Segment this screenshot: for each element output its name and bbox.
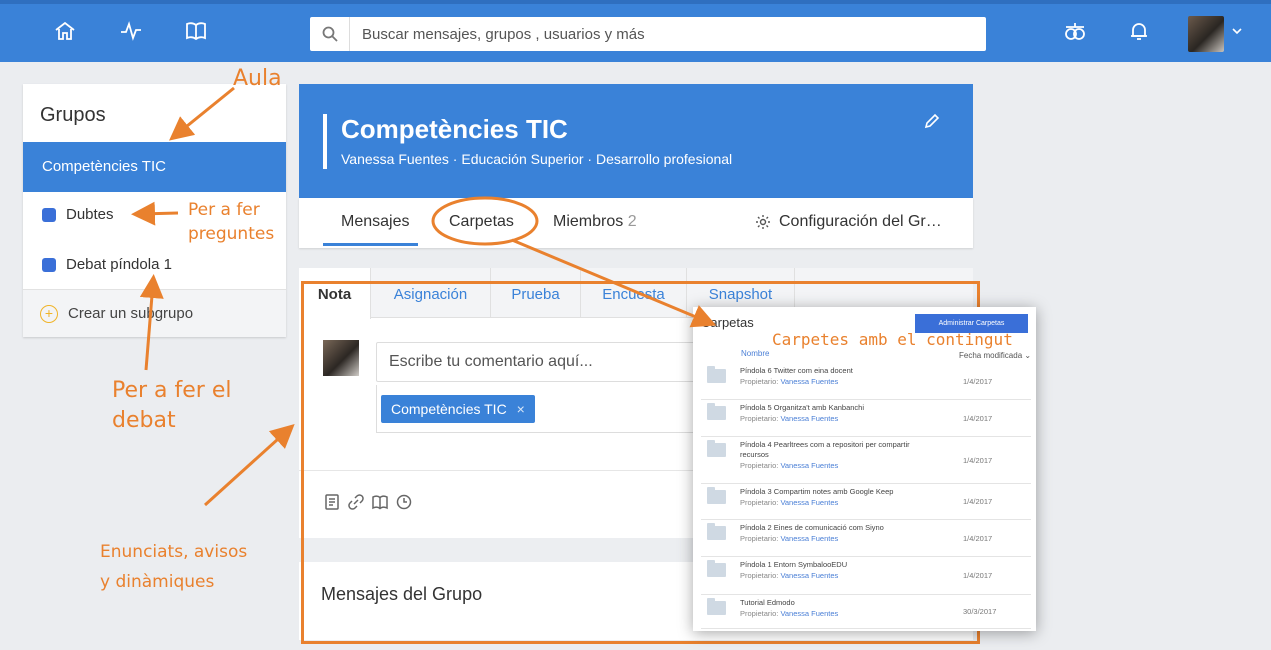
arrow-aula <box>169 86 235 141</box>
arrow-enunciats <box>203 423 295 507</box>
arrow-carpetas <box>511 238 717 328</box>
arrow-debat <box>139 274 164 371</box>
arrow-preguntes <box>131 201 179 226</box>
annotation-circle-carpetas <box>431 196 539 246</box>
annotation-arrows <box>131 86 717 507</box>
